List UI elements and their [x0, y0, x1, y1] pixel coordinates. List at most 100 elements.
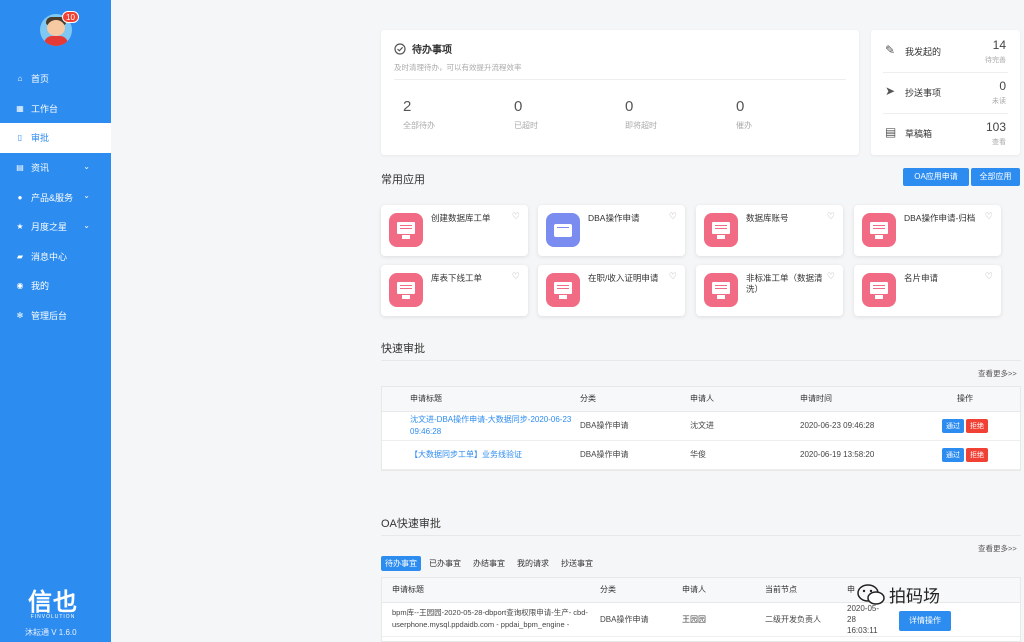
- sidebar-item-4[interactable]: ● 产品&服务 ⌄: [0, 182, 111, 212]
- heart-icon[interactable]: ♡: [512, 271, 520, 282]
- sidebar-item-label: 首页: [31, 74, 50, 85]
- all-apps-button[interactable]: 全部应用: [971, 168, 1020, 186]
- app-card[interactable]: DBA操作申请-归档 ♡: [854, 205, 1001, 256]
- applicant-cell: 沈文进: [690, 411, 800, 441]
- detail-action-button[interactable]: 详情操作: [899, 610, 951, 631]
- col-header-node: 当前节点: [765, 578, 847, 603]
- stat-label: 全部待办: [403, 121, 435, 130]
- edit-icon: ✎: [885, 43, 896, 57]
- heart-icon[interactable]: ♡: [669, 211, 677, 222]
- oa-approval-more-link[interactable]: 查看更多>>: [978, 543, 1017, 554]
- side-stat-row[interactable]: ✎ 我发起的 14 待完善: [883, 38, 1008, 68]
- sidebar-item-0[interactable]: ⌂ 首页: [0, 64, 111, 94]
- stat-number: 2: [403, 98, 412, 115]
- quick-approval-more-link[interactable]: 查看更多>>: [978, 368, 1017, 379]
- heart-icon[interactable]: ♡: [827, 211, 835, 222]
- oa-apply-button[interactable]: OA应用申请: [903, 168, 969, 186]
- app-card[interactable]: 非标准工单（数据清洗） ♡: [696, 265, 843, 316]
- monitor-icon: [389, 273, 423, 307]
- sidebar-item-1[interactable]: ▦ 工作台: [0, 94, 111, 124]
- app-card[interactable]: 库表下线工单 ♡: [381, 265, 528, 316]
- applicant-cell: 华俊: [690, 440, 800, 470]
- todo-subtitle: 及时清理待办，可以有效提升流程效率: [394, 63, 522, 72]
- approval-title-link[interactable]: 【大数据同步工单】业务线验证: [410, 450, 522, 459]
- category-cell: DBA操作申请: [600, 602, 682, 637]
- wechat-icon: [857, 583, 885, 605]
- stat-urge[interactable]: 0 催办: [736, 98, 752, 131]
- side-stat-number: 103: [985, 120, 1006, 134]
- heart-icon[interactable]: ♡: [985, 211, 993, 222]
- monitor-icon: [704, 273, 738, 307]
- approval-title-link[interactable]: 沈文进-DBA操作申请-大数据同步-2020-06-23 09:46:28: [410, 415, 571, 436]
- oa-tab[interactable]: 待办事宜: [381, 556, 421, 571]
- heart-icon[interactable]: ♡: [827, 271, 835, 282]
- home-icon: ⌂: [17, 74, 23, 84]
- oa-tab[interactable]: 办结事宜: [469, 556, 509, 571]
- pass-button[interactable]: 通过: [942, 447, 964, 462]
- app-name: 名片申请: [904, 273, 939, 283]
- app-name: DBA操作申请-归档: [904, 213, 976, 223]
- heart-icon[interactable]: ♡: [669, 271, 677, 282]
- col-header-action: 操作: [910, 387, 1020, 412]
- side-stat-row[interactable]: ▤ 草稿箱 103 查看: [883, 120, 1008, 150]
- sidebar-item-5[interactable]: ★ 月度之星 ⌄: [0, 212, 111, 242]
- stat-all[interactable]: 2 全部待办: [403, 98, 435, 131]
- col-header-applicant: 申请人: [690, 387, 800, 412]
- common-apps-title: 常用应用: [381, 174, 425, 186]
- app-name: DBA操作申请: [588, 213, 640, 223]
- sidebar-item-label: 工作台: [31, 103, 59, 114]
- stat-overdue[interactable]: 0 已超时: [514, 98, 538, 131]
- sidebar-item-8[interactable]: ✻ 管理后台: [0, 301, 111, 331]
- draft-icon: ▤: [885, 125, 897, 139]
- time-cell: 2020-05-28 16:03:11: [847, 603, 880, 635]
- grid-icon: ▦: [16, 103, 24, 113]
- heart-icon[interactable]: ♡: [985, 271, 993, 282]
- sidebar-item-2[interactable]: ▯ 审批: [0, 123, 111, 153]
- oa-tab[interactable]: 抄送事宜: [557, 556, 597, 571]
- app-name: 库表下线工单: [431, 273, 483, 283]
- user-icon: ◉: [16, 281, 24, 291]
- sidebar-item-label: 月度之星: [31, 222, 68, 233]
- time-cell: 2020-06-23 09:46:28: [800, 411, 910, 441]
- sidebar-item-7[interactable]: ◉ 我的: [0, 271, 111, 301]
- col-header-applicant: 申请人: [682, 578, 765, 603]
- sidebar-item-6[interactable]: ▰ 消息中心: [0, 242, 111, 272]
- reject-button[interactable]: 拒绝: [966, 418, 988, 433]
- col-header-category: 分类: [600, 578, 682, 603]
- monitor-icon: [862, 273, 896, 307]
- side-stat-sub: 待完善: [985, 57, 1006, 64]
- sidebar-item-label: 管理后台: [31, 311, 68, 322]
- company-logo: 信也 FINVOLUTION: [23, 590, 83, 621]
- reject-button[interactable]: 拒绝: [966, 447, 988, 462]
- sidebar-item-label: 消息中心: [31, 251, 68, 262]
- document-icon: ▯: [17, 133, 23, 143]
- heart-icon[interactable]: ♡: [512, 211, 520, 222]
- oa-approval-title: OA快速审批: [381, 518, 441, 530]
- category-cell: DBA操作申请: [580, 440, 690, 470]
- oa-tab[interactable]: 我的请求: [513, 556, 553, 571]
- oa-title-cell[interactable]: bpm库--王园园-2020-05-28-dbport查询权限申请-生产- cb…: [382, 602, 600, 637]
- monitor-icon: [862, 213, 896, 247]
- pass-button[interactable]: 通过: [942, 418, 964, 433]
- app-card[interactable]: 在职/收入证明申请 ♡: [538, 265, 685, 316]
- stat-number: 0: [625, 98, 634, 115]
- action-cell: 通过 拒绝: [910, 440, 1020, 470]
- app-card[interactable]: 数据库账号 ♡: [696, 205, 843, 256]
- side-stat-row[interactable]: ➤ 抄送事项 0 未读: [883, 79, 1008, 109]
- sidebar-item-3[interactable]: ▤ 资讯 ⌄: [0, 153, 111, 183]
- side-stat-number: 14: [992, 38, 1006, 52]
- todo-title: 待办事项: [394, 41, 452, 56]
- app-name: 创建数据库工单: [431, 213, 491, 223]
- sidebar-item-label: 我的: [31, 281, 50, 292]
- app-card[interactable]: DBA操作申请 ♡: [538, 205, 685, 256]
- user-avatar-wrap[interactable]: 10: [40, 11, 79, 46]
- app-card[interactable]: 创建数据库工单 ♡: [381, 205, 528, 256]
- app-name: 在职/收入证明申请: [588, 273, 659, 283]
- version-label: 沐耘通 V 1.6.0: [25, 628, 77, 637]
- stat-due-soon[interactable]: 0 即将超时: [625, 98, 657, 131]
- app-card[interactable]: 名片申请 ♡: [854, 265, 1001, 316]
- divider: [381, 535, 1021, 536]
- oa-tab[interactable]: 已办事宜: [425, 556, 465, 571]
- stat-number: 0: [514, 98, 523, 115]
- stat-number: 0: [736, 98, 745, 115]
